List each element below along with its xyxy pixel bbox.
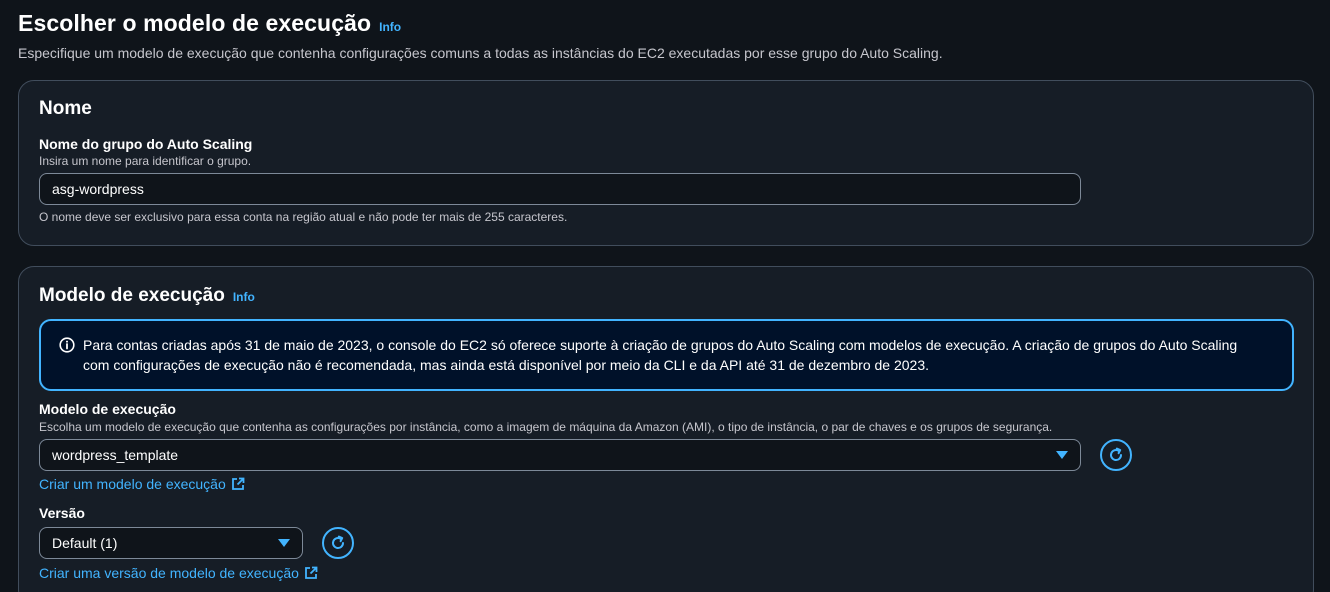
page-title: Escolher o modelo de execução — [18, 10, 372, 36]
asg-name-input[interactable] — [39, 173, 1081, 205]
page-description: Especifique um modelo de execução que co… — [18, 45, 943, 61]
version-select[interactable]: Default (1) — [39, 527, 303, 559]
page: Escolher o modelo de execução Info Espec… — [0, 0, 1330, 592]
create-template-version-link[interactable]: Criar uma versão de modelo de execução — [39, 565, 318, 581]
launch-template-description: Escolha um modelo de execução que conten… — [39, 420, 1053, 434]
create-launch-template-link-label: Criar um modelo de execução — [39, 476, 226, 492]
create-template-version-link-label: Criar uma versão de modelo de execução — [39, 565, 299, 581]
asg-name-label: Nome do grupo do Auto Scaling — [39, 136, 253, 152]
launch-template-title-row: Modelo de execução Info — [39, 285, 255, 307]
name-section-card: Nome Nome do grupo do Auto Scaling Insir… — [18, 80, 1314, 246]
page-header: Escolher o modelo de execução Info Espec… — [18, 10, 1314, 61]
external-link-icon — [231, 477, 245, 490]
launch-template-label: Modelo de execução — [39, 401, 176, 417]
version-label: Versão — [39, 505, 85, 521]
launch-template-section-title: Modelo de execução — [39, 285, 225, 306]
info-alert-text: Para contas criadas após 31 de maio de 2… — [83, 337, 1238, 373]
version-selected-value: Default (1) — [52, 535, 118, 551]
info-circle-icon — [59, 337, 75, 353]
info-alert: Para contas criadas após 31 de maio de 2… — [39, 319, 1294, 391]
name-section-title: Nome — [39, 98, 92, 119]
launch-template-info-link[interactable]: Info — [233, 290, 255, 304]
page-info-link[interactable]: Info — [379, 20, 401, 34]
caret-down-icon — [1056, 451, 1068, 459]
refresh-templates-button[interactable] — [1100, 439, 1132, 471]
asg-name-constraint: O nome deve ser exclusivo para essa cont… — [39, 210, 568, 224]
launch-template-select[interactable]: wordpress_template — [39, 439, 1081, 471]
external-link-icon — [305, 566, 318, 579]
refresh-versions-button[interactable] — [322, 527, 354, 559]
page-title-row: Escolher o modelo de execução Info — [18, 10, 1314, 37]
launch-template-section-card: Modelo de execução Info Para contas cria… — [18, 266, 1314, 592]
refresh-icon — [1110, 447, 1123, 461]
launch-template-selected-value: wordpress_template — [52, 447, 179, 463]
refresh-icon — [332, 535, 345, 549]
create-launch-template-link[interactable]: Criar um modelo de execução — [39, 476, 245, 492]
caret-down-icon — [278, 539, 290, 547]
asg-name-description: Insira um nome para identificar o grupo. — [39, 154, 252, 168]
